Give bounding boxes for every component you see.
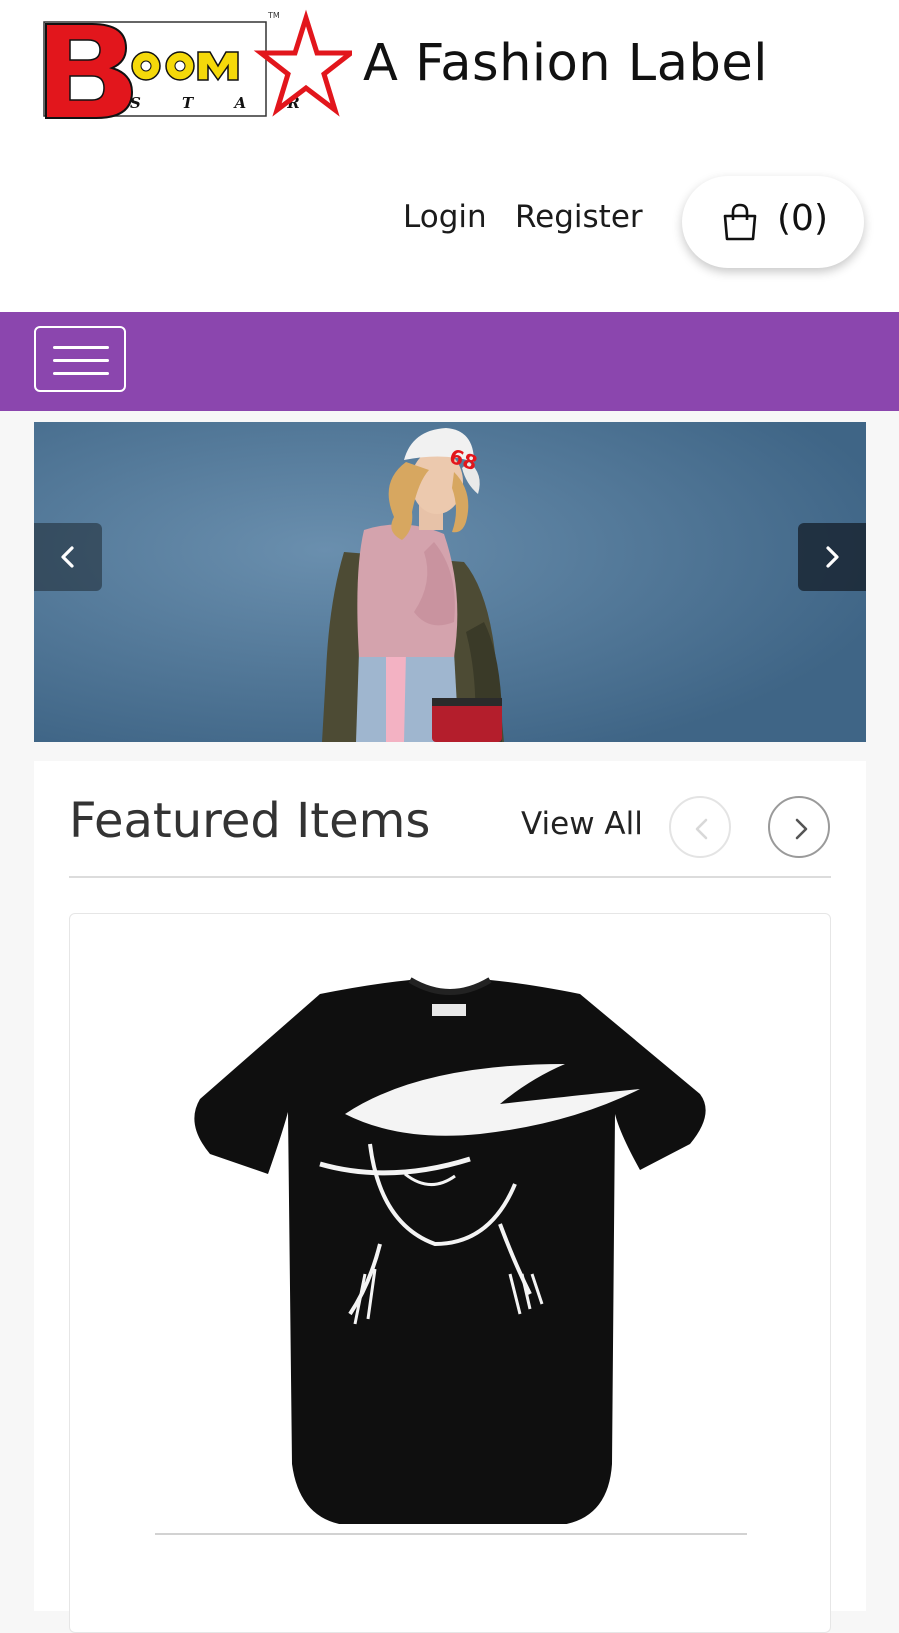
section-title: Featured Items — [69, 793, 431, 849]
login-link[interactable]: Login — [403, 202, 487, 233]
section-divider — [69, 876, 831, 878]
view-all-link[interactable]: View All — [521, 809, 643, 840]
cart-button[interactable]: (0) — [682, 176, 864, 268]
hamburger-icon-bar — [53, 359, 109, 362]
shopping-bag-icon — [723, 203, 757, 241]
hero-image: 68 — [34, 422, 866, 742]
featured-prev-button[interactable] — [669, 796, 731, 858]
chevron-right-icon — [826, 546, 839, 568]
register-link[interactable]: Register — [515, 202, 643, 233]
site-header: TM S T A R A Fashion Label Login Registe… — [0, 0, 899, 312]
hamburger-icon-bar — [53, 372, 109, 375]
product-image[interactable] — [170, 944, 730, 1524]
site-tagline: A Fashion Label — [363, 34, 768, 93]
carousel-next-button[interactable] — [798, 523, 866, 591]
menu-toggle-button[interactable] — [34, 326, 126, 392]
featured-next-button[interactable] — [768, 796, 830, 858]
hamburger-icon-bar — [53, 346, 109, 349]
product-card[interactable] — [69, 913, 831, 1633]
featured-items-section: Featured Items View All — [34, 761, 866, 1633]
chevron-left-icon — [695, 818, 708, 840]
carousel-prev-button[interactable] — [34, 523, 102, 591]
main-navbar — [0, 312, 899, 411]
chevron-left-icon — [61, 546, 74, 568]
boom-star-logo[interactable]: TM S T A R — [40, 8, 352, 126]
hero-carousel[interactable]: 68 — [34, 422, 866, 742]
cart-count: (0) — [777, 198, 828, 239]
chevron-right-icon — [795, 818, 808, 840]
product-divider — [155, 1533, 747, 1535]
logo-tm-text: TM — [267, 11, 280, 20]
